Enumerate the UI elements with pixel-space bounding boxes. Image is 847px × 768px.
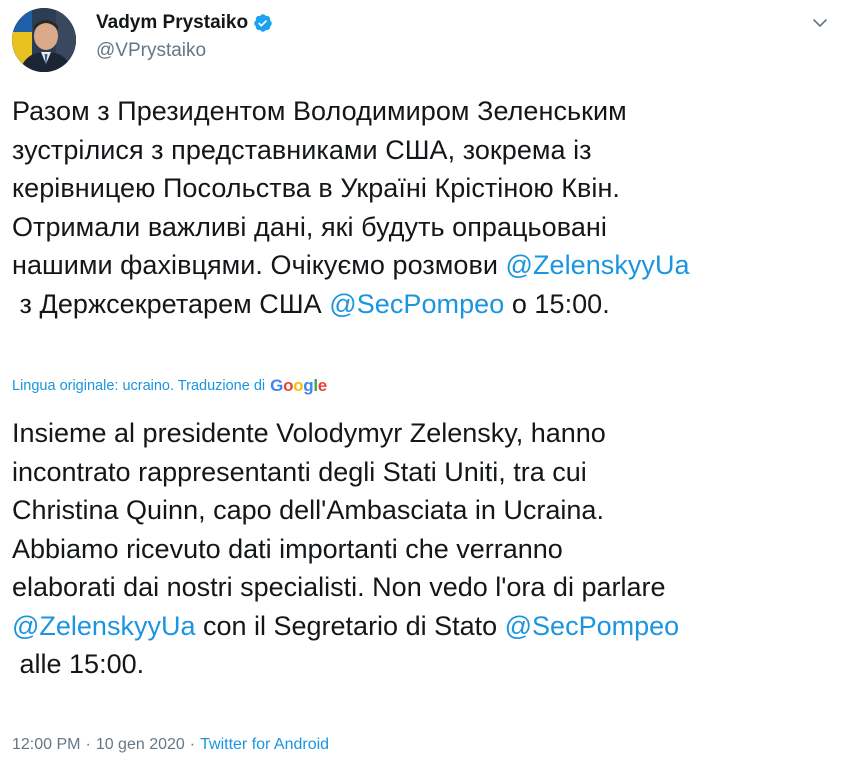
text-line: зустрілися з представниками США, зокрема… <box>12 134 592 165</box>
text-line: керівницею Посольства в Україні Крістіно… <box>12 173 620 203</box>
tweet-source-link[interactable]: Twitter for Android <box>200 736 329 754</box>
text-segment: з Держсекретарем США <box>12 288 330 319</box>
tweet-time[interactable]: 12:00 PM <box>12 736 80 754</box>
text-segment: о 15:00. <box>504 288 610 319</box>
google-letter: o <box>293 376 304 395</box>
avatar[interactable] <box>12 8 76 72</box>
tweet-date[interactable]: 10 gen 2020 <box>96 736 185 754</box>
text-line: Отримали важливі дані, які будуть опраць… <box>12 211 607 242</box>
text-line: Insieme al presidente Volodymyr Zelensky… <box>12 418 606 448</box>
text-line: нашими фахівцями. Очікуємо розмови @Zele… <box>12 246 842 285</box>
meta-separator: · <box>189 736 196 753</box>
text-line: elaborati dai nostri specialisti. Non ve… <box>12 572 666 602</box>
mention-zelenskyyua-link[interactable]: @ZelenskyyUa <box>506 250 690 280</box>
google-letter: G <box>270 376 284 395</box>
tweet-header: Vadym Prystaiko @VPrystaiko <box>12 6 835 72</box>
tweet: Vadym Prystaiko @VPrystaiko Разом з През… <box>0 0 847 768</box>
original-tweet-text: Разом з Президентом Володимиром Зеленськ… <box>12 92 842 323</box>
display-name-row: Vadym Prystaiko <box>96 11 273 35</box>
author-handle[interactable]: @VPrystaiko <box>96 40 273 62</box>
chevron-down-icon[interactable] <box>809 12 831 34</box>
translation-attribution: Lingua originale: ucraino. Traduzione di… <box>12 376 327 396</box>
text-line: incontrato rappresentanti degli Stati Un… <box>12 456 587 487</box>
translated-tweet-text: Insieme al presidente Volodymyr Zelensky… <box>12 414 842 684</box>
text-segment: con il Segretario di Stato <box>195 610 505 641</box>
text-line: з Держсекретарем США @SecPompeo о 15:00. <box>12 285 842 324</box>
google-logo[interactable]: Google <box>270 376 327 396</box>
google-letter: g <box>303 376 314 395</box>
mention-secpompeo-link[interactable]: @SecPompeo <box>505 611 680 641</box>
google-letter: e <box>317 376 327 395</box>
verified-badge-icon <box>253 13 273 33</box>
text-line: alle 15:00. <box>12 649 145 679</box>
text-segment: нашими фахівцями. Очікуємо розмови <box>12 250 506 280</box>
google-letter: o <box>283 376 294 395</box>
mention-zelenskyyua-link[interactable]: @ZelenskyyUa <box>12 611 195 641</box>
tweet-meta: 12:00 PM · 10 gen 2020 · Twitter for And… <box>12 736 329 754</box>
display-name[interactable]: Vadym Prystaiko <box>96 12 248 34</box>
text-line: @ZelenskyyUa con il Segretario di Stato … <box>12 607 842 646</box>
author-names: Vadym Prystaiko @VPrystaiko <box>96 11 273 62</box>
text-line: Abbiamo ricevuto dati importanti che ver… <box>12 533 563 564</box>
mention-secpompeo-link[interactable]: @SecPompeo <box>329 289 504 319</box>
meta-separator: · <box>85 736 91 753</box>
text-line: Christina Quinn, capo dell'Ambasciata in… <box>12 495 604 525</box>
text-line: Разом з Президентом Володимиром Зеленськ… <box>12 96 627 126</box>
translation-label: Lingua originale: ucraino. Traduzione di <box>12 378 266 394</box>
